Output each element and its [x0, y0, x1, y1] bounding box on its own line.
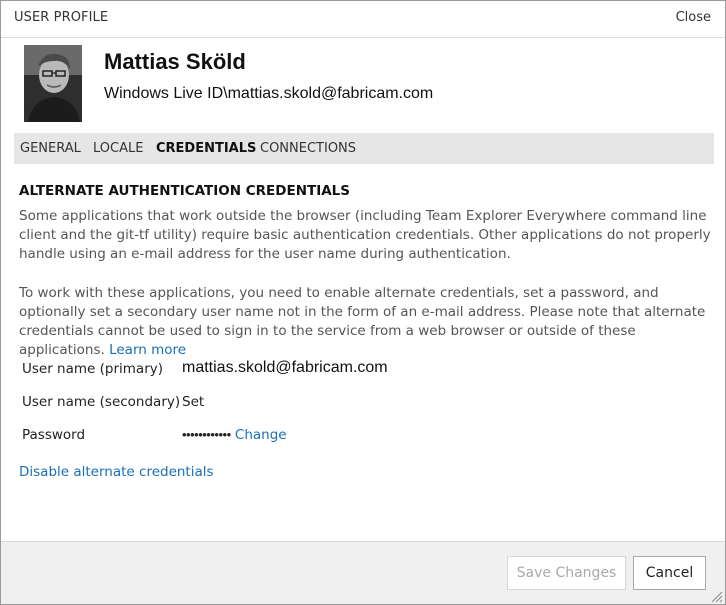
avatar	[24, 45, 82, 122]
user-profile-dialog: USER PROFILE Close Mattias Sköld Windows…	[0, 0, 726, 605]
secondary-username-label: User name (secondary)	[22, 394, 181, 410]
primary-username-value: mattias.skold@fabricam.com	[182, 359, 388, 376]
learn-more-link[interactable]: Learn more	[109, 342, 186, 358]
password-label: Password	[22, 427, 86, 443]
profile-tabs: GENERAL LOCALE CREDENTIALS CONNECTIONS	[14, 133, 714, 164]
tab-connections[interactable]: CONNECTIONS	[260, 141, 356, 156]
change-password-link[interactable]: Change	[235, 427, 287, 443]
resize-grip-icon[interactable]	[709, 589, 723, 603]
password-row: •••••••••••• Change	[182, 427, 287, 443]
close-button[interactable]: Close	[676, 10, 711, 25]
set-secondary-username-link[interactable]: Set	[182, 394, 204, 410]
disable-credentials-link[interactable]: Disable alternate credentials	[19, 463, 214, 482]
dialog-titlebar: USER PROFILE Close	[1, 1, 725, 38]
primary-username-label: User name (primary)	[22, 361, 164, 377]
dialog-title: USER PROFILE	[14, 10, 109, 25]
user-photo-icon	[24, 45, 82, 122]
dialog-footer: Save Changes Cancel	[1, 541, 725, 604]
tab-credentials[interactable]: CREDENTIALS	[156, 141, 256, 156]
tab-general[interactable]: GENERAL	[20, 141, 81, 156]
description-paragraph-1: Some applications that work outside the …	[19, 208, 711, 262]
password-value: ••••••••••••	[182, 427, 231, 442]
section-title: ALTERNATE AUTHENTICATION CREDENTIALS	[19, 183, 350, 199]
cancel-button[interactable]: Cancel	[633, 556, 706, 590]
description-paragraph-2: To work with these applications, you nee…	[19, 284, 719, 360]
user-display-name: Mattias Sköld	[104, 49, 246, 74]
user-identity: Windows Live ID\mattias.skold@fabricam.c…	[104, 85, 434, 102]
tab-locale[interactable]: LOCALE	[93, 141, 143, 156]
save-changes-button[interactable]: Save Changes	[507, 556, 626, 590]
